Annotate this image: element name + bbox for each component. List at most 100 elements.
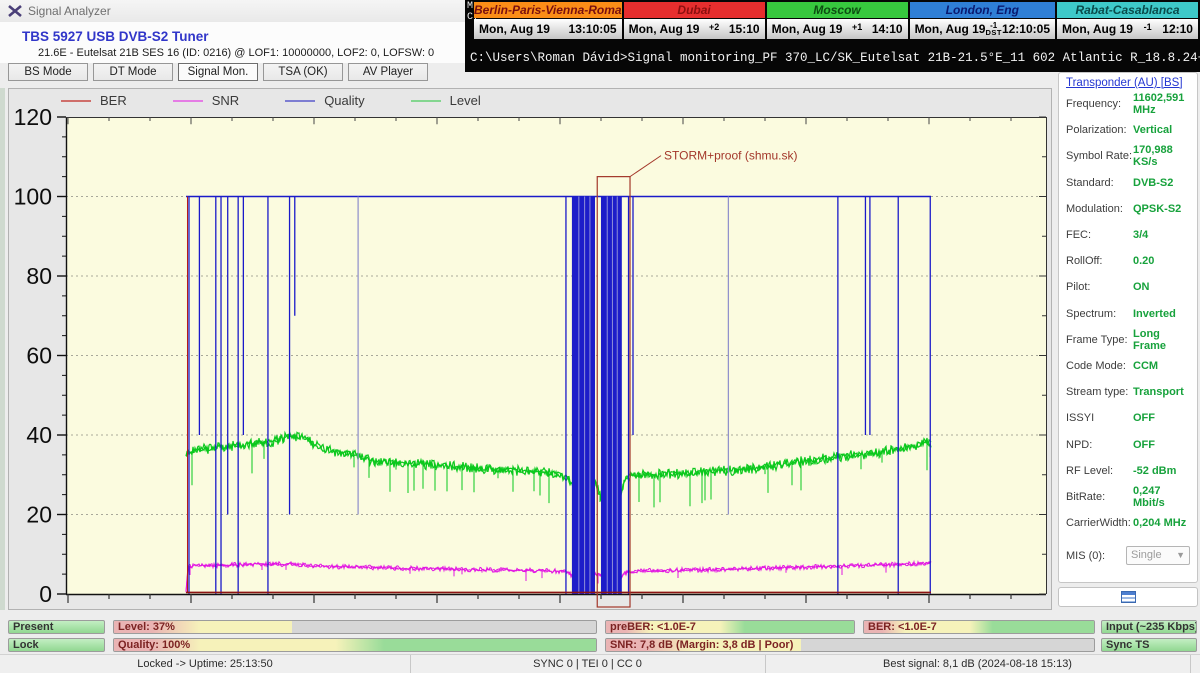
- mis-dropdown[interactable]: Single ▼: [1126, 546, 1190, 565]
- transponder-row-code-mode-: Code Mode:CCM: [1066, 353, 1190, 379]
- row-label: RollOff:: [1066, 255, 1133, 267]
- tab-bs-mode[interactable]: BS Mode: [8, 63, 88, 81]
- clock-utc-offset: +1: [842, 22, 871, 36]
- quality-bar: Quality: 100%: [113, 638, 597, 652]
- y-tick-label-20: 20: [26, 502, 52, 528]
- y-tick-label-80: 80: [26, 263, 52, 289]
- mis-row: MIS (0): Single ▼: [1066, 546, 1190, 565]
- mis-label: MIS (0):: [1066, 550, 1126, 562]
- transponder-row-bitrate-: BitRate:0,247 Mbit/s: [1066, 484, 1190, 510]
- ber-bar-label: BER: <1.0E-7: [868, 621, 937, 633]
- row-label: NPD:: [1066, 439, 1133, 451]
- snr-bar: SNR: 7,8 dB (Margin: 3,8 dB | Poor): [605, 638, 1095, 652]
- preber-bar: preBER: <1.0E-7: [605, 620, 855, 634]
- ber-bar: BER: <1.0E-7: [863, 620, 1095, 634]
- transponder-row-frequency-: Frequency:11602,591 MHz: [1066, 91, 1190, 117]
- world-clocks: Berlin-Paris-Vienna-RomaMon, Aug 1913:10…: [474, 2, 1198, 39]
- transponder-row-fec-: FEC:3/4: [1066, 222, 1190, 248]
- row-value: -52 dBm: [1133, 465, 1176, 477]
- row-value: DVB-S2: [1133, 177, 1173, 189]
- row-label: Code Mode:: [1066, 360, 1133, 372]
- y-tick-label-40: 40: [26, 422, 52, 448]
- y-tick-label-0: 0: [39, 581, 52, 607]
- transponder-row-rf-level-: RF Level:-52 dBm: [1066, 458, 1190, 484]
- transponder-row-modulation-: Modulation:QPSK-S2: [1066, 196, 1190, 222]
- clock-date: Mon, Aug 19: [1062, 22, 1133, 36]
- quality-bar-label: Quality: 100%: [118, 639, 190, 651]
- transponder-panel-title: Transponder (AU) [BS]: [1066, 77, 1190, 89]
- signal-chart: 020406080100120STORM+proof (shmu.sk): [9, 89, 1051, 609]
- transponder-row-rolloff-: RollOff:0.20: [1066, 248, 1190, 274]
- row-value: 11602,591 MHz: [1133, 92, 1190, 116]
- clock-time-row: Mon, Aug 19+114:10: [767, 19, 908, 39]
- row-value: OFF: [1133, 439, 1155, 451]
- row-value: Vertical: [1133, 124, 1172, 136]
- export-table-button[interactable]: [1058, 587, 1198, 607]
- storm-annotation-text: STORM+proof (shmu.sk): [664, 149, 797, 163]
- row-label: Pilot:: [1066, 281, 1133, 293]
- mode-tabs: BS Mode DT Mode Signal Mon. TSA (OK) AV Play…: [8, 63, 428, 82]
- row-value: 170,988 KS/s: [1133, 144, 1190, 168]
- console-command-line: C:\Users\Roman Dávid>Signal monitoring_P…: [470, 51, 1200, 65]
- transponder-row-frame-type-: Frame Type:Long Frame: [1066, 327, 1190, 353]
- clock-date: Mon, Aug 19: [772, 22, 843, 36]
- tab-tsa-ok-[interactable]: TSA (OK): [263, 63, 343, 81]
- present-bar-label: Present: [13, 621, 53, 633]
- app-icon: [8, 4, 22, 18]
- transponder-row-npd-: NPD:OFF: [1066, 431, 1190, 457]
- snr-bar-label: SNR: 7,8 dB (Margin: 3,8 dB | Poor): [610, 639, 793, 651]
- window-left-edge: [0, 88, 5, 610]
- row-value: 0,204 MHz: [1133, 517, 1186, 529]
- row-label: ISSYI: [1066, 412, 1133, 424]
- clock-london-eng: London, EngMon, Aug 19-1DST12:10:05: [910, 2, 1055, 39]
- row-value: 3/4: [1133, 229, 1148, 241]
- statusbar-bestsignal: Best signal: 8,1 dB (2024-08-18 15:13): [765, 655, 1191, 673]
- transponder-row-pilot-: Pilot:ON: [1066, 274, 1190, 300]
- quality-dropout-cluster: [572, 197, 595, 595]
- level-bar: Level: 37%: [113, 620, 597, 634]
- row-label: Frequency:: [1066, 98, 1133, 110]
- clock-city: Rabat-Casablanca: [1057, 2, 1198, 18]
- preber-bar-label: preBER: <1.0E-7: [610, 621, 696, 633]
- transponder-rows: Frequency:11602,591 MHzPolarization:Vert…: [1066, 91, 1190, 536]
- clock-date: Mon, Aug 19: [479, 22, 550, 36]
- clock-city: Moscow: [767, 2, 908, 18]
- clock-utc-offset: -1DST: [985, 22, 1002, 37]
- tab-dt-mode[interactable]: DT Mode: [93, 63, 173, 81]
- clock-time: 13:10:05: [569, 22, 617, 36]
- clock-city: London, Eng: [910, 2, 1055, 18]
- tuner-subtitle: 21.6E - Eutelsat 21B SES 16 (ID: 0216) @…: [38, 47, 434, 59]
- row-label: RF Level:: [1066, 465, 1133, 477]
- tab-av-player[interactable]: AV Player: [348, 63, 428, 81]
- y-tick-label-100: 100: [14, 184, 52, 210]
- row-label: Frame Type:: [1066, 334, 1133, 346]
- clock-time: 12:10: [1162, 22, 1193, 36]
- row-value: Long Frame: [1133, 328, 1190, 352]
- row-label: Polarization:: [1066, 124, 1133, 136]
- clock-moscow: MoscowMon, Aug 19+114:10: [767, 2, 908, 39]
- row-value: Inverted: [1133, 308, 1176, 320]
- statusbar-sync: SYNC 0 | TEI 0 | CC 0: [410, 655, 766, 673]
- row-label: FEC:: [1066, 229, 1133, 241]
- statusbar-uptime: Locked -> Uptime: 25:13:50: [0, 655, 411, 673]
- row-value: CCM: [1133, 360, 1158, 372]
- transponder-row-stream-type-: Stream type:Transport: [1066, 379, 1190, 405]
- row-label: Standard:: [1066, 177, 1133, 189]
- mis-selected-value: Single: [1131, 547, 1162, 564]
- clock-dubai: DubaiMon, Aug 19+215:10: [624, 2, 765, 39]
- syncts-bar-label: Sync TS: [1106, 639, 1149, 651]
- chevron-down-icon: ▼: [1176, 547, 1185, 564]
- row-label: CarrierWidth:: [1066, 517, 1133, 529]
- level-bar-label: Level: 37%: [118, 621, 175, 633]
- clock-berlin-paris-vienna-roma: Berlin-Paris-Vienna-RomaMon, Aug 1913:10…: [474, 2, 622, 39]
- tab-signal-mon-[interactable]: Signal Mon.: [178, 63, 258, 81]
- transponder-row-polarization-: Polarization:Vertical: [1066, 117, 1190, 143]
- window-title: Signal Analyzer: [28, 4, 111, 18]
- clock-utc-offset: +2: [699, 22, 728, 36]
- clock-date: Mon, Aug 19: [629, 22, 700, 36]
- input-bar-label: Input (~235 Kbps): [1106, 621, 1197, 633]
- row-value: ON: [1133, 281, 1150, 293]
- row-label: BitRate:: [1066, 491, 1133, 503]
- clock-console-overlay: M C( Berlin-Paris-Vienna-RomaMon, Aug 19…: [465, 0, 1200, 72]
- clock-time: 12:10:05: [1002, 22, 1050, 36]
